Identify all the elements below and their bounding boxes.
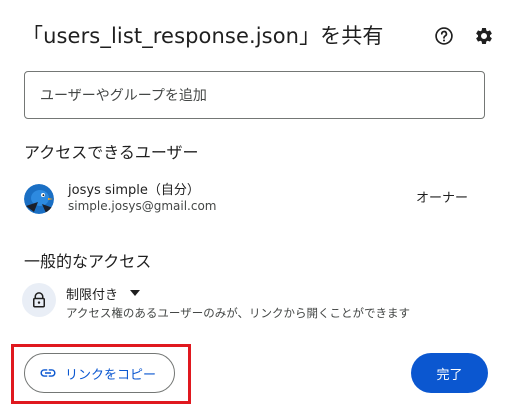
general-access-dropdown[interactable]: 制限付き: [66, 283, 141, 303]
copy-link-button[interactable]: リンクをコピー: [24, 353, 175, 393]
people-with-access-heading: アクセスできるユーザー: [24, 143, 199, 162]
avatar-bird-icon: [24, 184, 54, 214]
add-people-placeholder: ユーザーやグループを追加: [40, 88, 207, 104]
lock-icon: [22, 283, 56, 317]
help-icon[interactable]: [432, 24, 456, 48]
gear-icon[interactable]: [472, 24, 496, 48]
add-people-input[interactable]: ユーザーやグループを追加: [24, 71, 485, 119]
user-email: simple.josys@gmail.com: [68, 199, 217, 213]
general-access-selected: 制限付き: [66, 287, 119, 303]
user-role: オーナー: [416, 191, 469, 206]
dialog-title: 「users_list_response.json」を共有: [22, 24, 384, 48]
user-name: josys simple（自分）: [68, 183, 200, 198]
done-button[interactable]: 完了: [411, 353, 488, 393]
caret-down-icon: [130, 290, 141, 296]
general-access-heading: 一般的なアクセス: [24, 252, 152, 271]
done-label: 完了: [436, 367, 463, 383]
link-icon: [39, 364, 57, 382]
share-dialog: 「users_list_response.json」を共有 ユーザーやグループを…: [0, 0, 513, 416]
general-access-description: アクセス権のあるユーザーのみが、リンクから開くことができます: [66, 306, 410, 320]
copy-link-label: リンクをコピー: [65, 367, 157, 383]
